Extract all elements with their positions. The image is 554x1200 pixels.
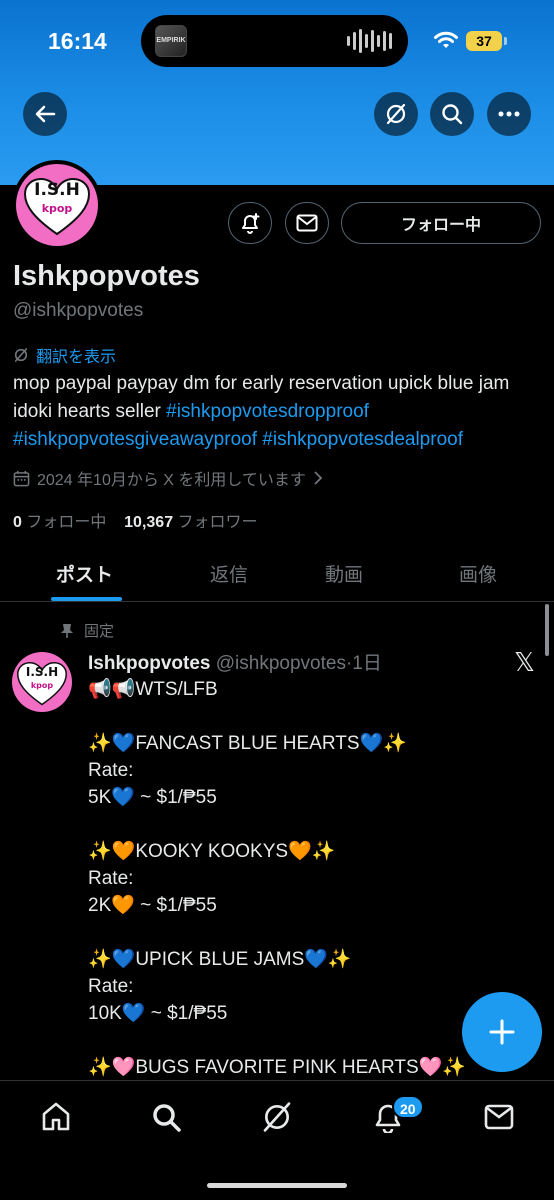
chevron-right-icon xyxy=(314,471,323,485)
nav-grok[interactable] xyxy=(259,1099,295,1135)
grok-icon xyxy=(386,103,406,125)
profile-avatar[interactable]: I.S.H kpop xyxy=(12,160,102,250)
post-header: Ishkpopvotes @ishkpopvotes·1日 xyxy=(88,653,382,674)
followers-link[interactable]: 10,367 フォロワー xyxy=(124,514,257,531)
bio-hashtag[interactable]: #ishkpopvotesdropproof xyxy=(166,401,369,422)
post-time[interactable]: 1日 xyxy=(352,653,382,674)
profile-handle: @ishkpopvotes xyxy=(13,300,144,321)
profile-name: Ishkpopvotes xyxy=(13,260,200,292)
battery-indicator: 37 xyxy=(466,31,502,51)
nav-home[interactable] xyxy=(38,1099,74,1135)
tab-posts[interactable]: ポスト xyxy=(56,560,113,587)
translate-link[interactable]: 翻訳を表示 xyxy=(13,343,116,367)
home-indicator[interactable] xyxy=(207,1183,347,1188)
post-line: 5K💙 ~ $1/₱55 xyxy=(88,787,217,808)
active-tab-indicator xyxy=(51,597,122,601)
post-line: Rate: xyxy=(88,976,134,997)
profile-tabs: ポスト 返信 動画 画像 xyxy=(0,540,554,602)
post-line: ✨🩷BUGS FAVORITE PINK HEARTS🩷✨ xyxy=(88,1057,466,1078)
post-line: Rate: xyxy=(88,868,134,889)
post-line: 📢📢WTS/LFB xyxy=(88,679,218,700)
post-avatar[interactable]: I.S.H kpop xyxy=(12,652,72,712)
dynamic-island[interactable]: EMPIRIK xyxy=(141,15,408,67)
scrollbar[interactable] xyxy=(545,604,549,656)
audio-wave-icon xyxy=(347,29,392,53)
following-button[interactable]: フォロー中 xyxy=(341,202,541,244)
post-line xyxy=(88,919,528,946)
follow-counts: 0 フォロー中 10,367 フォロワー xyxy=(13,508,258,532)
tab-videos[interactable]: 動画 xyxy=(325,560,363,587)
calendar-icon xyxy=(13,470,30,486)
following-link[interactable]: 0 フォロー中 xyxy=(13,514,106,531)
nav-messages[interactable] xyxy=(481,1099,517,1135)
battery-tip xyxy=(504,37,507,45)
bio-hashtag[interactable]: #ishkpopvotesgiveawayproof xyxy=(13,429,257,450)
translate-label: 翻訳を表示 xyxy=(36,349,117,366)
post-line: Rate: xyxy=(88,760,134,781)
more-button[interactable] xyxy=(487,92,531,136)
now-playing-artwork: EMPIRIK xyxy=(155,25,187,57)
joined-date[interactable]: 2024 年10月から X を利用しています xyxy=(13,466,323,490)
bell-plus-icon xyxy=(242,213,260,234)
x-logo-icon[interactable]: 𝕏 xyxy=(514,648,535,678)
notification-subscribe-button[interactable] xyxy=(228,202,272,244)
post-line: ✨🧡KOOKY KOOKYS🧡✨ xyxy=(88,841,336,862)
grok-button[interactable] xyxy=(374,92,418,136)
post-body[interactable]: 📢📢WTS/LFB ✨💙FANCAST BLUE HEARTS💙✨ Rate: … xyxy=(88,676,528,1081)
search-icon xyxy=(442,104,463,125)
avatar-logo-sub: kpop xyxy=(41,202,73,215)
post-line: ✨💙UPICK BLUE JAMS💙✨ xyxy=(88,949,352,970)
pin-icon xyxy=(61,623,73,638)
message-button[interactable] xyxy=(285,202,329,244)
search-icon xyxy=(153,1104,181,1132)
post-line xyxy=(88,811,528,838)
joined-label: 2024 年10月から X を利用しています xyxy=(37,472,306,489)
post-handle[interactable]: @ishkpopvotes xyxy=(216,653,346,674)
grok-icon xyxy=(263,1102,291,1132)
mail-icon xyxy=(296,214,318,232)
avatar-logo-text: I.S.H xyxy=(34,180,80,200)
tab-replies[interactable]: 返信 xyxy=(210,560,248,587)
post-line xyxy=(88,703,528,730)
post-line: ✨💙FANCAST BLUE HEARTS💙✨ xyxy=(88,733,407,754)
post-author[interactable]: Ishkpopvotes xyxy=(88,653,210,674)
nav-search[interactable] xyxy=(148,1099,184,1135)
bio-hashtag[interactable]: #ishkpopvotesdealproof xyxy=(262,429,463,450)
home-icon xyxy=(42,1102,70,1131)
grok-icon xyxy=(14,348,28,362)
status-time: 16:14 xyxy=(48,28,107,54)
tab-media[interactable]: 画像 xyxy=(459,560,497,587)
profile-bio: mop paypal paypay dm for early reservati… xyxy=(13,370,548,454)
back-button[interactable] xyxy=(23,92,67,136)
wifi-icon xyxy=(434,31,458,48)
messages-icon xyxy=(484,1104,514,1130)
compose-button[interactable] xyxy=(462,992,542,1072)
plus-icon xyxy=(489,1019,515,1045)
pinned-indicator: 固定 xyxy=(60,620,114,641)
post-line: 2K🧡 ~ $1/₱55 xyxy=(88,895,217,916)
arrow-left-icon xyxy=(35,105,56,123)
bottom-navigation: 20 xyxy=(0,1080,554,1200)
more-icon xyxy=(498,111,520,117)
search-button[interactable] xyxy=(430,92,474,136)
notification-badge: 20 xyxy=(392,1095,424,1119)
